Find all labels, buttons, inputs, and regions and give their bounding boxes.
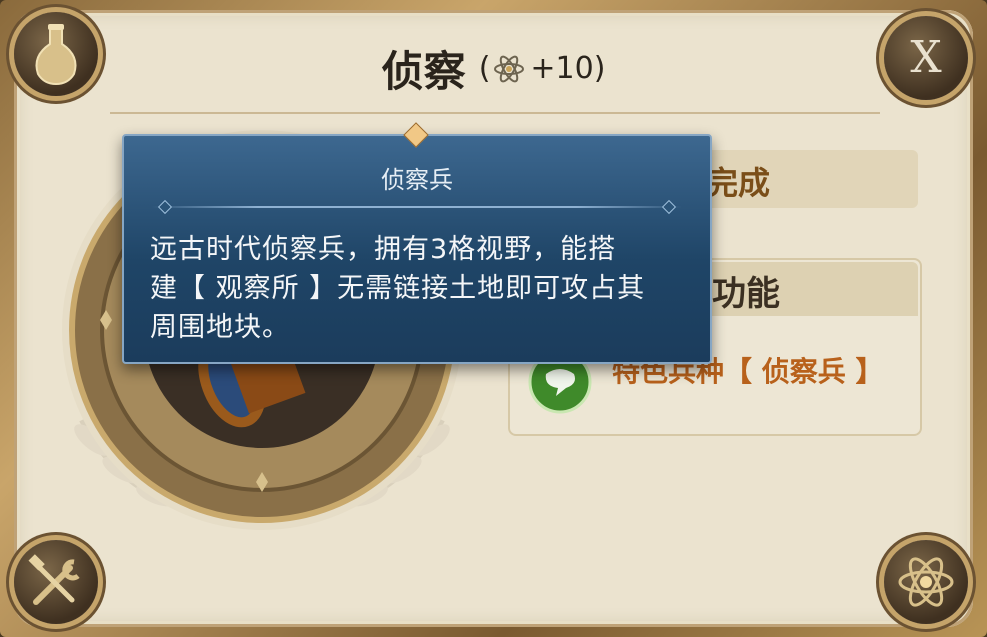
tools-icon xyxy=(28,554,80,605)
title-divider xyxy=(110,112,880,114)
divider-diamond xyxy=(157,199,173,215)
bonus-value: +10) xyxy=(530,51,606,86)
bonus-open: ( xyxy=(478,51,491,86)
features-title: 功能 xyxy=(712,274,780,314)
page-title: 侦察 xyxy=(381,47,466,96)
science-button[interactable] xyxy=(884,540,968,624)
atom-icon xyxy=(898,557,954,607)
tooltip-divider xyxy=(152,206,682,208)
tooltip-line: 建【 观察所 】无需链接土地即可攻占其 xyxy=(150,273,646,304)
tooltip-line: 周围地块。 xyxy=(150,312,290,343)
tooltip-line: 远古时代侦察兵，拥有3格视野，能搭 xyxy=(150,234,617,265)
research-status-text: 完成 xyxy=(706,164,771,202)
atom-icon xyxy=(494,55,525,82)
unit-tooltip: 侦察兵 远古时代侦察兵，拥有3格视野，能搭 建【 观察所 】无需链接土地即可攻占… xyxy=(122,122,712,364)
tooltip-description: 远古时代侦察兵，拥有3格视野，能搭 建【 观察所 】无需链接土地即可攻占其 周围… xyxy=(150,230,690,347)
divider-diamond xyxy=(661,199,677,215)
tooltip-title: 侦察兵 xyxy=(381,166,453,194)
tools-button[interactable] xyxy=(14,540,98,624)
title-row: 侦察 ( +10) xyxy=(0,38,987,99)
